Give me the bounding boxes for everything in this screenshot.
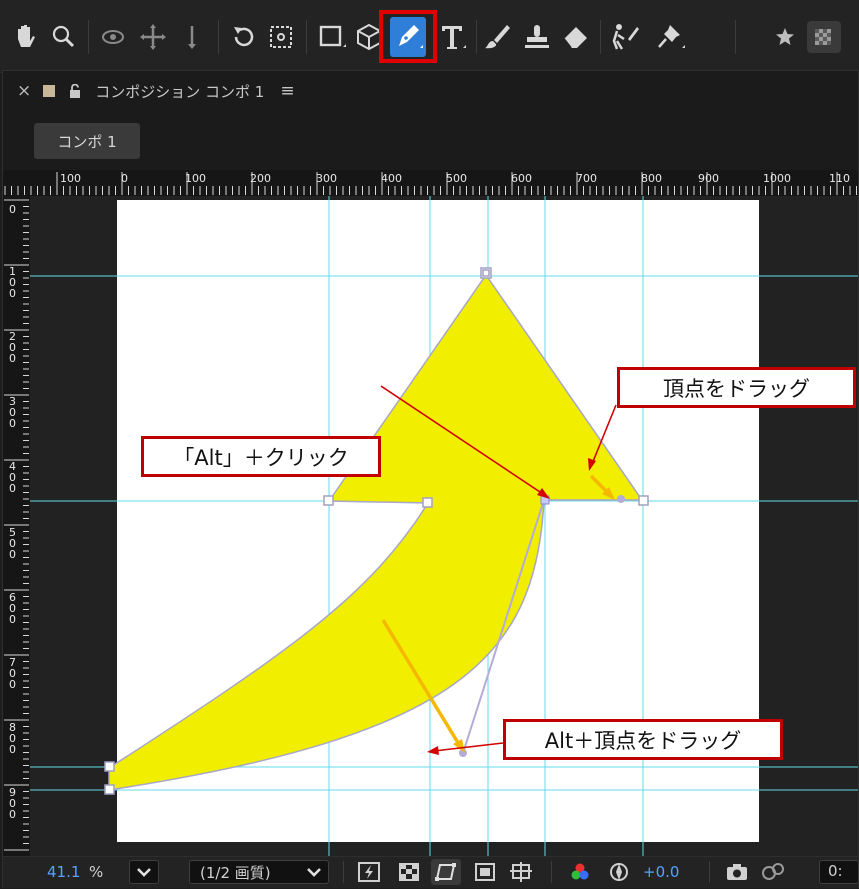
color-channels-icon[interactable] bbox=[568, 861, 592, 883]
star-icon[interactable] bbox=[768, 17, 804, 57]
ruler-label: 110 bbox=[829, 172, 850, 185]
brush-tool-icon[interactable] bbox=[480, 17, 516, 57]
composition-title: コンポジション コンポ 1 bbox=[95, 82, 265, 101]
ruler-label: 300 bbox=[316, 172, 337, 185]
ruler-label: 3 0 0 bbox=[9, 395, 16, 430]
zoom-unit: % bbox=[89, 863, 104, 881]
dolly-camera-tool-icon[interactable] bbox=[176, 17, 212, 57]
chevron-down-icon bbox=[137, 868, 151, 877]
ruler-label: 500 bbox=[446, 172, 467, 185]
composition-viewport[interactable]: 頂点をドラッグ 「Alt」＋クリック Alt＋頂点をドラッグ bbox=[30, 196, 858, 856]
ruler-label: 100 bbox=[185, 172, 206, 185]
tools-toolbar bbox=[0, 0, 859, 73]
show-snapshot-icon[interactable] bbox=[759, 861, 787, 883]
fast-previews-icon[interactable] bbox=[357, 861, 381, 883]
callout-alt-drag-vertex: Alt＋頂点をドラッグ bbox=[503, 719, 783, 760]
ruler-label: 9 0 0 bbox=[9, 786, 16, 821]
callout-drag-vertex: 頂点をドラッグ bbox=[617, 367, 856, 408]
close-icon[interactable]: × bbox=[17, 81, 31, 101]
transparency-grid-icon[interactable] bbox=[806, 17, 842, 57]
hand-tool-icon[interactable] bbox=[8, 17, 44, 57]
composition-tab[interactable]: × コンポジション コンポ 1 ≡ bbox=[17, 79, 295, 103]
zoom-value[interactable]: 41.1 bbox=[47, 861, 80, 883]
type-tool-icon[interactable] bbox=[436, 17, 472, 57]
anchor-point-tool-icon[interactable] bbox=[264, 17, 300, 57]
orbit-camera-tool-icon[interactable] bbox=[96, 17, 132, 57]
timecode-field[interactable]: 0: bbox=[819, 860, 859, 884]
ruler-label: 4 0 0 bbox=[9, 460, 16, 495]
ruler-label: 7 0 0 bbox=[9, 656, 16, 691]
transparency-grid-icon[interactable] bbox=[397, 861, 421, 883]
panel-tab-row: × コンポジション コンポ 1 ≡ bbox=[3, 71, 858, 113]
ruler-label: 900 bbox=[698, 172, 719, 185]
grid-guides-icon[interactable] bbox=[509, 861, 535, 883]
pan-camera-tool-icon[interactable] bbox=[136, 17, 172, 57]
exposure-value[interactable]: +0.0 bbox=[643, 861, 679, 883]
ruler-label: 1 0 0 bbox=[9, 265, 16, 300]
ruler-label: 8 0 0 bbox=[9, 721, 16, 756]
composition-panel: × コンポジション コンポ 1 ≡ コンポ 1 100 0 100 200 30… bbox=[2, 70, 859, 888]
drag-target-point bbox=[617, 495, 625, 503]
ruler-label: 5 0 0 bbox=[9, 526, 16, 561]
lock-icon[interactable] bbox=[69, 83, 81, 98]
exposure-reset-icon[interactable] bbox=[607, 861, 631, 883]
rectangle-tool-icon[interactable] bbox=[314, 17, 350, 57]
resolution-dropdown[interactable]: (1/2 画質) bbox=[189, 860, 329, 884]
panel-menu-icon[interactable]: ≡ bbox=[280, 81, 294, 101]
puppet-pin-tool-icon[interactable] bbox=[652, 17, 688, 57]
ruler-label: 1000 bbox=[763, 172, 791, 185]
zoom-dropdown[interactable] bbox=[129, 860, 159, 884]
ruler-label: 600 bbox=[511, 172, 532, 185]
composition-footer: 41.1 % (1/2 画質) +0.0 0: bbox=[3, 856, 859, 888]
ruler-label: 700 bbox=[576, 172, 597, 185]
color-swatch bbox=[43, 85, 56, 97]
eraser-tool-icon[interactable] bbox=[558, 17, 594, 57]
horizontal-ruler: 100 0 100 200 300 400 500 600 700 800 90… bbox=[3, 170, 858, 196]
pen-tool-highlight bbox=[379, 10, 437, 63]
ruler-label: 0 bbox=[121, 172, 128, 185]
ruler-label: 100 bbox=[60, 172, 81, 185]
ruler-label: 800 bbox=[641, 172, 662, 185]
ruler-label: 200 bbox=[250, 172, 271, 185]
roto-brush-tool-icon[interactable] bbox=[606, 17, 642, 57]
mask-visibility-icon[interactable] bbox=[431, 859, 461, 885]
chevron-down-icon bbox=[307, 868, 321, 877]
rotation-tool-icon[interactable] bbox=[226, 17, 262, 57]
clone-stamp-tool-icon[interactable] bbox=[520, 17, 556, 57]
ruler-label: 400 bbox=[381, 172, 402, 185]
ruler-label: 6 0 0 bbox=[9, 591, 16, 626]
comp-breadcrumb-button[interactable]: コンポ 1 bbox=[34, 123, 140, 159]
ruler-label: 2 0 0 bbox=[9, 330, 16, 365]
timecode-value: 0: bbox=[828, 862, 843, 880]
ruler-label: 0 bbox=[9, 203, 16, 216]
region-of-interest-icon[interactable] bbox=[473, 861, 497, 883]
resolution-value: (1/2 画質) bbox=[200, 864, 271, 882]
callout-alt-click: 「Alt」＋クリック bbox=[141, 436, 381, 477]
snapshot-camera-icon[interactable] bbox=[725, 861, 749, 883]
vertical-ruler: 0 1 0 0 2 0 0 3 0 0 4 0 0 5 0 0 6 0 0 7 … bbox=[3, 196, 30, 857]
zoom-tool-icon[interactable] bbox=[46, 17, 82, 57]
